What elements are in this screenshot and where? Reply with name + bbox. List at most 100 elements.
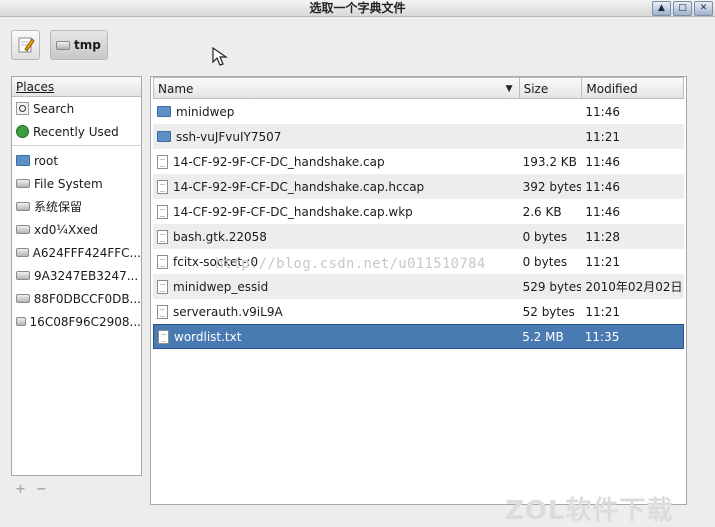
drive-icon: [16, 248, 29, 257]
document-icon: [158, 329, 169, 344]
place-label: Search: [33, 101, 75, 116]
window-title: 选取一个字典文件: [309, 1, 406, 15]
file-name: bash.gtk.22058: [173, 229, 267, 244]
folder-icon: [157, 106, 171, 117]
place-label: Recently Used: [33, 124, 119, 139]
file-row[interactable]: minidwep 11:46: [153, 99, 684, 124]
place-volume[interactable]: 88F0DBCCF0DB...: [12, 287, 141, 310]
column-header-name[interactable]: Name ▼: [153, 77, 519, 99]
column-header-modified[interactable]: Modified: [581, 77, 684, 99]
file-size: 392 bytes: [522, 179, 582, 194]
file-modified: 11:46: [585, 104, 620, 119]
document-icon: [157, 254, 168, 269]
drive-icon: [16, 294, 30, 303]
file-size: 0 bytes: [522, 229, 568, 244]
close-button[interactable]: ✕: [694, 1, 713, 16]
file-modified: 11:28: [585, 229, 620, 244]
add-place-button[interactable]: +: [15, 482, 26, 497]
drive-icon: [16, 317, 26, 326]
place-volume[interactable]: 9A3247EB3247...: [12, 264, 141, 287]
drive-icon: [16, 179, 30, 188]
places-header[interactable]: Places: [12, 77, 141, 97]
file-row-selected[interactable]: wordlist.txt 5.2 MB 11:35: [153, 324, 684, 349]
folder-icon: [16, 155, 30, 166]
path-button-tmp[interactable]: tmp: [50, 30, 108, 60]
place-label: 9A3247EB3247...: [34, 268, 139, 283]
document-icon: [157, 179, 168, 194]
place-search[interactable]: Search: [12, 97, 141, 120]
place-label: 88F0DBCCF0DB...: [33, 291, 141, 306]
drive-icon: [16, 271, 30, 280]
title-bar: 选取一个字典文件 ▲ □ ✕: [0, 0, 715, 17]
file-name: 14-CF-92-9F-CF-DC_handshake.cap: [173, 154, 385, 169]
remove-place-button[interactable]: −: [36, 482, 47, 497]
file-modified: 11:35: [584, 329, 620, 344]
file-name: fcitx-socket-:0: [173, 254, 259, 269]
file-name: serverauth.v9iL9A: [173, 304, 283, 319]
file-row[interactable]: ssh-vuJFvuIY7507 11:21: [153, 124, 684, 149]
file-row[interactable]: 14-CF-92-9F-CF-DC_handshake.cap.hccap 39…: [153, 174, 684, 199]
sort-down-icon: ▼: [505, 84, 513, 94]
places-separator: [12, 145, 141, 146]
file-size: 5.2 MB: [522, 329, 564, 344]
file-row[interactable]: fcitx-socket-:0 0 bytes 11:21: [153, 249, 684, 274]
file-list-header: Name ▼ Size Modified: [151, 77, 686, 99]
file-modified: 2010年02月02日: [585, 280, 683, 294]
file-modified: 11:21: [585, 129, 620, 144]
path-button-label: tmp: [74, 38, 101, 52]
file-modified: 11:46: [585, 154, 620, 169]
type-filename-button[interactable]: [11, 30, 40, 60]
maximize-button[interactable]: □: [673, 1, 692, 16]
file-name: 14-CF-92-9F-CF-DC_handshake.cap.hccap: [173, 179, 425, 194]
file-size: 529 bytes: [522, 279, 582, 294]
drive-icon: [16, 225, 30, 234]
file-row[interactable]: minidwep_essid 529 bytes 2010年02月02日: [153, 274, 684, 299]
edit-icon: [18, 37, 35, 53]
file-modified: 11:21: [585, 254, 620, 269]
file-modified: 11:46: [585, 179, 620, 194]
minimize-button[interactable]: ▲: [652, 1, 671, 16]
file-size: 52 bytes: [522, 304, 575, 319]
column-header-size[interactable]: Size: [518, 77, 582, 99]
file-name: wordlist.txt: [174, 329, 242, 344]
recent-icon: [16, 125, 29, 138]
place-label: root: [34, 153, 59, 168]
file-list: Name ▼ Size Modified minidwep 11:46 ssh-…: [150, 76, 687, 505]
places-sidebar: Places Search Recently Used root File Sy…: [11, 76, 142, 476]
document-icon: [157, 204, 168, 219]
file-row[interactable]: serverauth.v9iL9A 52 bytes 11:21: [153, 299, 684, 324]
document-icon: [157, 229, 168, 244]
place-label: xd0¼Xxed: [34, 222, 98, 237]
file-name: ssh-vuJFvuIY7507: [176, 129, 282, 144]
file-name: minidwep: [176, 104, 235, 119]
place-recently-used[interactable]: Recently Used: [12, 120, 141, 143]
place-volume[interactable]: xd0¼Xxed: [12, 218, 141, 241]
place-root[interactable]: root: [12, 149, 141, 172]
file-modified: 11:46: [585, 204, 620, 219]
file-row[interactable]: 14-CF-92-9F-CF-DC_handshake.cap.wkp 2.6 …: [153, 199, 684, 224]
place-label: A624FFF424FFC...: [32, 245, 141, 260]
file-row[interactable]: bash.gtk.22058 0 bytes 11:28: [153, 224, 684, 249]
drive-icon: [56, 40, 70, 50]
document-icon: [157, 279, 168, 294]
document-icon: [157, 304, 168, 319]
file-modified: 11:21: [585, 304, 620, 319]
file-name: 14-CF-92-9F-CF-DC_handshake.cap.wkp: [173, 204, 413, 219]
place-volume[interactable]: A624FFF424FFC...: [12, 241, 141, 264]
file-row[interactable]: 14-CF-92-9F-CF-DC_handshake.cap 193.2 KB…: [153, 149, 684, 174]
file-name: minidwep_essid: [173, 279, 269, 294]
drive-icon: [16, 202, 30, 211]
place-label: 16C08F96C2908...: [29, 314, 141, 329]
place-volume[interactable]: 16C08F96C2908...: [12, 310, 141, 333]
places-controls: + −: [15, 482, 47, 497]
place-volume[interactable]: 系统保留: [12, 195, 141, 218]
place-file-system[interactable]: File System: [12, 172, 141, 195]
search-icon: [16, 102, 29, 115]
document-icon: [157, 154, 168, 169]
window-controls: ▲ □ ✕: [652, 1, 713, 16]
file-size: 0 bytes: [522, 254, 568, 269]
mouse-cursor-icon: [212, 46, 228, 66]
place-label: File System: [34, 176, 103, 191]
place-label: 系统保留: [34, 200, 83, 214]
folder-icon: [157, 131, 171, 142]
